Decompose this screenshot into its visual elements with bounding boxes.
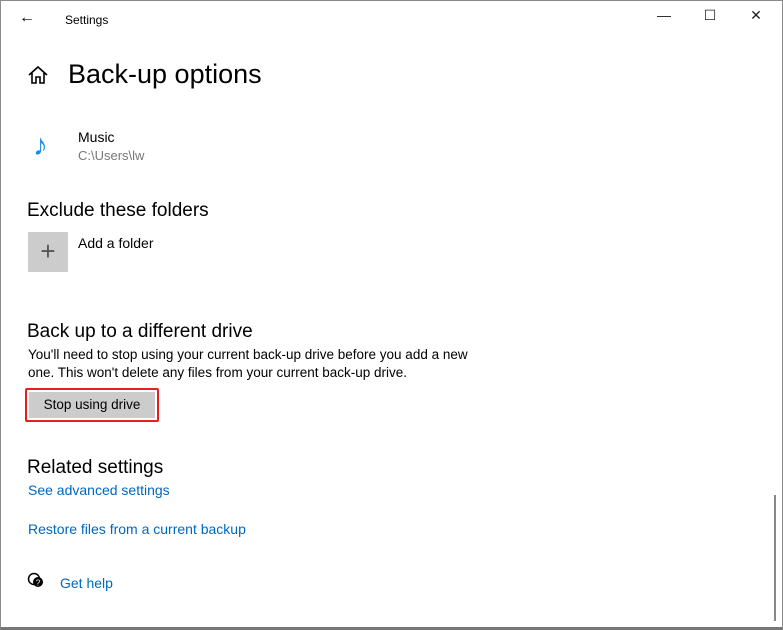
maximize-button[interactable]: ☐ [695, 7, 725, 24]
settings-window: ← Settings — ☐ ✕ Back-up options ♪ Music… [0, 0, 783, 630]
get-help-link[interactable]: Get help [60, 575, 113, 591]
folder-path: C:\Users\lw [78, 148, 145, 163]
related-settings-heading: Related settings [27, 457, 164, 478]
exclude-heading: Exclude these folders [27, 200, 209, 221]
stop-using-drive-button[interactable]: Stop using drive [29, 392, 155, 418]
folder-name: Music [78, 129, 115, 145]
svg-text:?: ? [36, 579, 41, 588]
close-button[interactable]: ✕ [741, 7, 771, 24]
music-icon: ♪ [33, 129, 48, 162]
different-drive-heading: Back up to a different drive [27, 321, 253, 342]
restore-files-link[interactable]: Restore files from a current backup [28, 521, 246, 537]
see-advanced-settings-link[interactable]: See advanced settings [28, 482, 170, 498]
page-title: Back-up options [68, 59, 262, 89]
add-folder-button[interactable]: + [28, 232, 68, 272]
minimize-button[interactable]: — [649, 7, 679, 23]
plus-icon: + [40, 236, 56, 266]
get-help-icon: ? [27, 572, 45, 595]
stop-using-drive-highlight: Stop using drive [25, 388, 159, 422]
back-button[interactable]: ← [19, 9, 35, 27]
different-drive-description: You'll need to stop using your current b… [28, 347, 468, 380]
home-icon[interactable] [27, 65, 49, 90]
add-folder-label[interactable]: Add a folder [78, 235, 154, 251]
window-title: Settings [65, 13, 109, 27]
scrollbar[interactable] [774, 495, 776, 621]
